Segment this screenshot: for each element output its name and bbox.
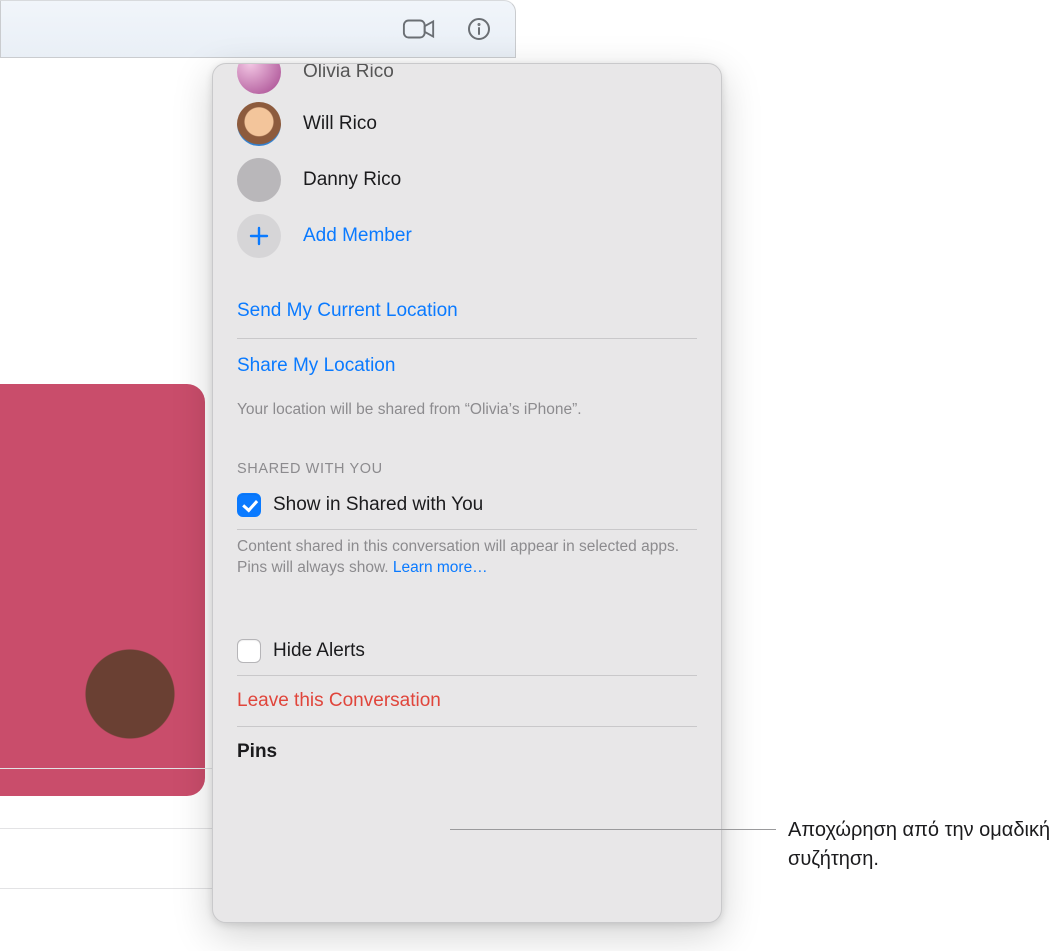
member-name: Olivia Rico xyxy=(303,64,394,83)
send-current-location-button[interactable]: Send My Current Location xyxy=(237,284,697,338)
member-name: Will Rico xyxy=(303,113,377,135)
facetime-video-icon[interactable] xyxy=(401,11,437,47)
callout-text: Αποχώρηση από την ομαδική συζήτηση. xyxy=(788,816,1058,874)
callout-leader-line xyxy=(450,829,776,830)
member-name: Danny Rico xyxy=(303,169,401,191)
shared-with-you-hint: Content shared in this conversation will… xyxy=(237,530,697,593)
pins-section-header: Pins xyxy=(237,727,697,769)
member-row[interactable]: Will Rico xyxy=(237,96,697,152)
avatar xyxy=(237,64,281,94)
plus-icon xyxy=(237,214,281,258)
shared-photo-thumbnail xyxy=(0,384,205,796)
learn-more-link[interactable]: Learn more… xyxy=(393,559,488,576)
location-hint: Your location will be shared from “Olivi… xyxy=(237,393,697,435)
share-my-location-button[interactable]: Share My Location xyxy=(237,339,697,393)
show-in-shared-with-you-toggle[interactable]: Show in Shared with You xyxy=(237,487,697,529)
avatar xyxy=(237,102,281,146)
member-row[interactable]: Danny Rico xyxy=(237,152,697,208)
conversation-toolbar xyxy=(0,0,516,58)
details-popover: Olivia Rico Will Rico Danny Rico Add Mem… xyxy=(212,63,722,923)
member-row[interactable]: Olivia Rico xyxy=(237,64,697,96)
checkbox-checked-icon[interactable] xyxy=(237,493,261,517)
hide-alerts-toggle[interactable]: Hide Alerts xyxy=(237,633,697,675)
shared-with-you-header: SHARED WITH YOU xyxy=(237,435,697,487)
add-member-button[interactable]: Add Member xyxy=(237,208,697,264)
info-icon[interactable] xyxy=(461,11,497,47)
checkbox-label: Show in Shared with You xyxy=(273,494,483,516)
checkbox-label: Hide Alerts xyxy=(273,640,365,662)
leave-conversation-button[interactable]: Leave this Conversation xyxy=(237,676,697,726)
conversation-background xyxy=(0,58,212,898)
avatar xyxy=(237,158,281,202)
checkbox-unchecked-icon[interactable] xyxy=(237,639,261,663)
add-member-label: Add Member xyxy=(303,225,412,247)
